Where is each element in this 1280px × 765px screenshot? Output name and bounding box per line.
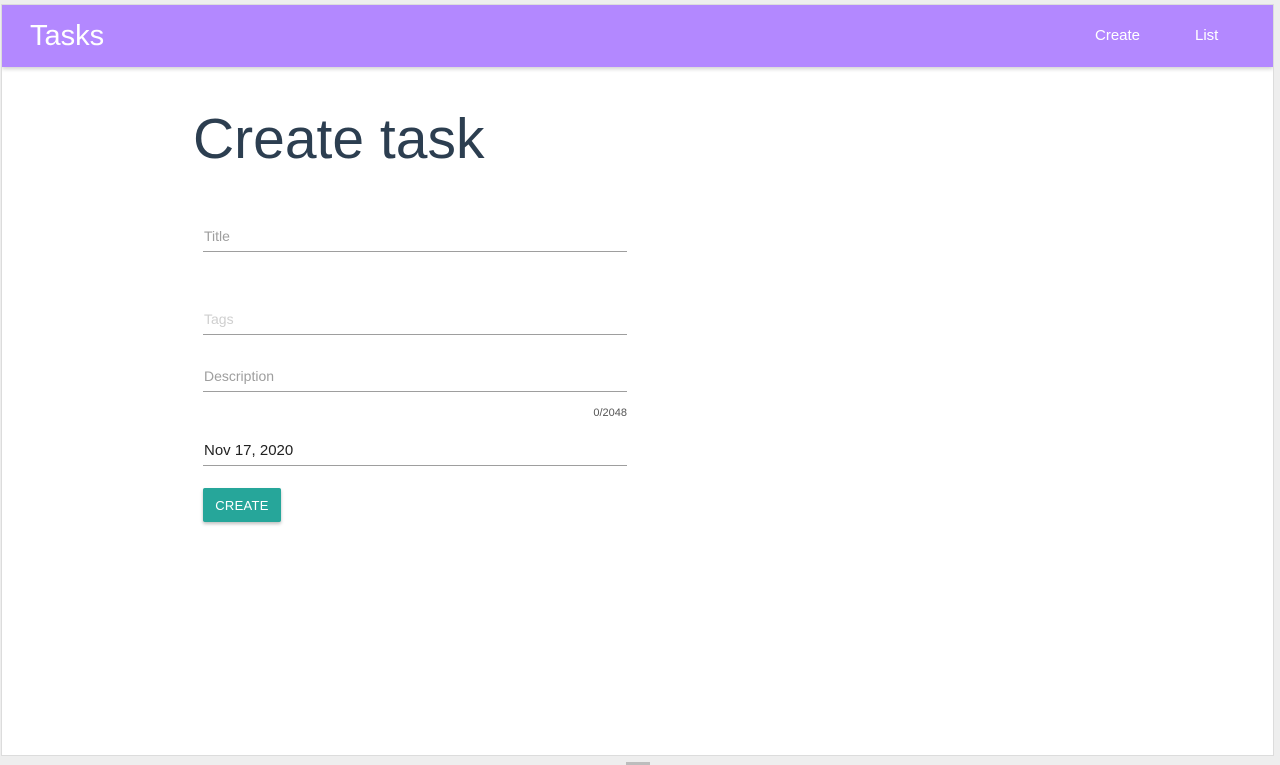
brand-logo[interactable]: Tasks (30, 19, 104, 53)
title-input[interactable] (203, 221, 627, 251)
description-input[interactable] (203, 361, 627, 391)
description-field (203, 361, 627, 392)
create-button[interactable]: CREATE (203, 488, 281, 522)
page-title: Create task (193, 107, 485, 171)
description-char-counter: 0/2048 (593, 407, 627, 419)
date-field (203, 435, 627, 466)
tags-input[interactable] (203, 304, 627, 334)
title-field (203, 221, 627, 252)
nav-link-create[interactable]: Create (1095, 27, 1140, 45)
nav-link-list[interactable]: List (1195, 27, 1218, 45)
top-navbar: Tasks Create List (2, 5, 1273, 67)
tags-field (203, 304, 627, 335)
browser-viewport: Tasks Create List Create task 0/2048 CRE… (1, 4, 1274, 756)
date-input[interactable] (203, 435, 627, 465)
